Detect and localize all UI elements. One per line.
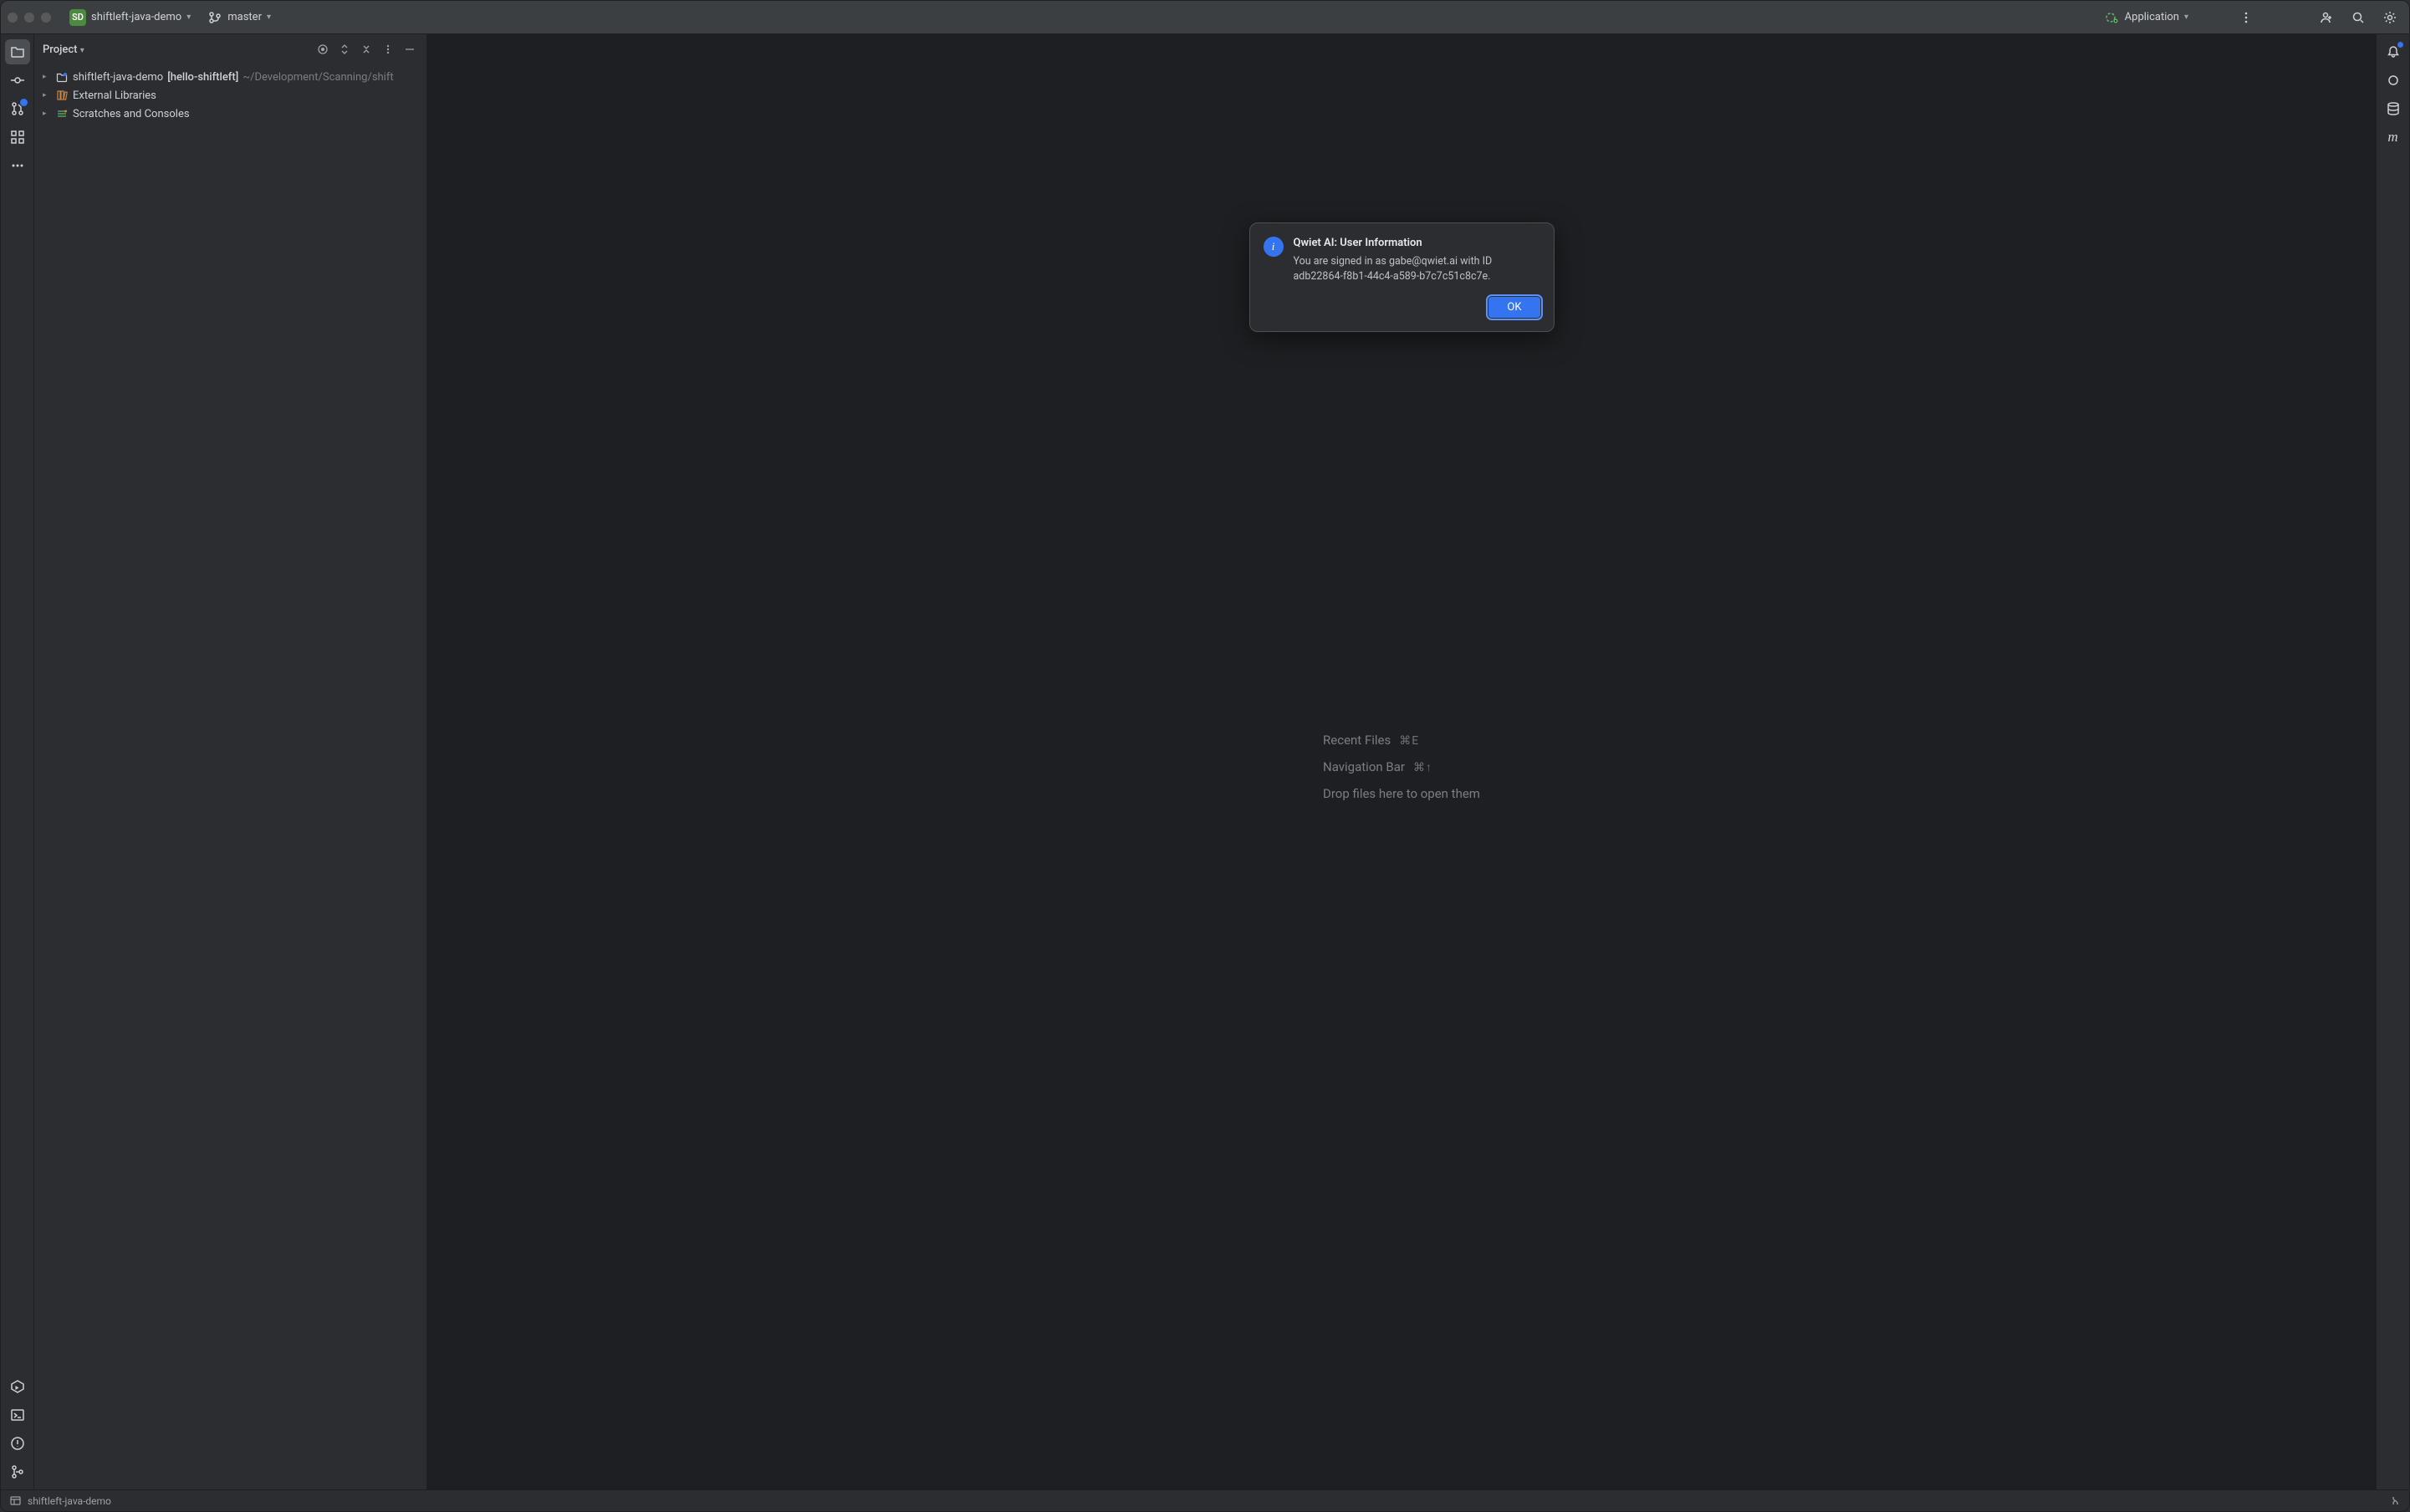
run-config-selector[interactable]: Application ▾ [2100, 7, 2193, 28]
scratches-icon [55, 107, 69, 120]
dialog-title: Qwiet AI: User Information [1294, 237, 1540, 249]
titlebar: SD shiftleft-java-demo ▾ master ▾ Applic… [1, 1, 2409, 34]
info-icon: i [1264, 237, 1284, 257]
maven-icon: m [2387, 129, 2397, 146]
ai-assistant-button[interactable] [2381, 68, 2406, 93]
close-window-button[interactable] [8, 13, 18, 23]
badge-dot [20, 99, 28, 106]
tree-root-name: shiftleft-java-demo [73, 71, 163, 84]
database-toolwindow-button[interactable] [2381, 96, 2406, 121]
project-toolwindow-header: Project ▾ [34, 34, 426, 64]
search-icon [2351, 10, 2366, 25]
notifications-button[interactable] [2381, 39, 2406, 64]
app-run-status-icon [2105, 10, 2120, 25]
problems-toolwindow-button[interactable] [5, 1431, 30, 1456]
run-config-name: Application [2125, 11, 2179, 23]
vcs-branch-selector[interactable]: master ▾ [202, 7, 276, 28]
expand-arrow-icon[interactable]: ▸ [43, 91, 51, 100]
hide-toolwindow-button[interactable] [401, 41, 418, 58]
search-everywhere-button[interactable] [2346, 7, 2371, 28]
tree-scratches-label: Scratches and Consoles [73, 108, 190, 120]
statusbar: shiftleft-java-demo [1, 1489, 2409, 1511]
tree-external-libs-label: External Libraries [73, 89, 156, 102]
main-content: Project ▾ [1, 34, 2409, 1489]
branch-name: master [227, 11, 262, 23]
more-toolwindows-button[interactable] [5, 153, 30, 178]
structure-toolwindow-button[interactable] [5, 125, 30, 150]
dialog-ok-button[interactable]: OK [1488, 297, 1539, 318]
project-toolwindow-button[interactable] [5, 39, 30, 64]
expand-arrow-icon[interactable]: ▸ [43, 110, 51, 118]
terminal-toolwindow-button[interactable] [5, 1402, 30, 1428]
project-tree[interactable]: ▸ shiftleft-java-demo [hello-shiftleft] … [34, 64, 426, 126]
more-actions-button[interactable] [2234, 7, 2259, 28]
services-toolwindow-button[interactable] [5, 1374, 30, 1399]
project-badge: SD [69, 9, 86, 26]
kebab-icon [2239, 10, 2254, 25]
folder-icon [55, 70, 69, 84]
project-name: shiftleft-java-demo [91, 11, 181, 23]
tree-root-path: ~/Development/Scanning/shift [243, 71, 393, 84]
dialog-message: You are signed in as gabe@qwiet.ai with … [1294, 254, 1540, 284]
window-controls [8, 13, 51, 23]
branch-icon [207, 10, 222, 25]
zoom-window-button[interactable] [41, 13, 51, 23]
info-dialog: i Qwiet AI: User Information You are sig… [1249, 222, 1555, 332]
tree-root-tag: [hello-shiftleft] [167, 71, 238, 84]
pull-requests-toolwindow-button[interactable] [5, 96, 30, 121]
project-selector[interactable]: SD shiftleft-java-demo ▾ [64, 6, 196, 29]
dialog-backdrop: i Qwiet AI: User Information You are sig… [427, 34, 2376, 1489]
tree-external-libs-row[interactable]: ▸ External Libraries [39, 86, 421, 105]
chevron-down-icon: ▾ [80, 46, 84, 55]
expand-arrow-icon[interactable]: ▸ [43, 73, 51, 81]
chevron-down-icon: ▾ [267, 13, 271, 22]
gear-icon [2382, 10, 2397, 25]
project-toolwindow-title[interactable]: Project ▾ [43, 43, 84, 56]
maven-toolwindow-button[interactable]: m [2381, 125, 2406, 150]
expand-all-button[interactable] [336, 41, 353, 58]
toolwindows-quick-access-icon[interactable] [9, 1495, 21, 1507]
select-opened-file-button[interactable] [314, 41, 331, 58]
commit-toolwindow-button[interactable] [5, 68, 30, 93]
notification-dot [2397, 42, 2403, 48]
tree-root-row[interactable]: ▸ shiftleft-java-demo [hello-shiftleft] … [39, 68, 421, 86]
settings-button[interactable] [2377, 7, 2402, 28]
debug-button[interactable] [2217, 14, 2227, 21]
project-toolwindow: Project ▾ [34, 34, 427, 1489]
chevron-down-icon: ▾ [186, 13, 191, 22]
ide-window: SD shiftleft-java-demo ▾ master ▾ Applic… [0, 0, 2410, 1512]
collapse-all-button[interactable] [358, 41, 375, 58]
code-with-me-button[interactable] [2314, 7, 2339, 28]
toolwindow-options-button[interactable] [380, 41, 396, 58]
statusbar-module[interactable]: shiftleft-java-demo [28, 1495, 111, 1507]
left-toolstrip [1, 34, 34, 1489]
person-icon [2319, 10, 2334, 25]
indent-settings-icon[interactable] [2389, 1495, 2401, 1507]
tree-scratches-row[interactable]: ▸ Scratches and Consoles [39, 105, 421, 123]
minimize-window-button[interactable] [24, 13, 34, 23]
run-button[interactable] [2200, 14, 2210, 21]
chevron-down-icon: ▾ [2184, 13, 2188, 22]
right-toolstrip: m [2376, 34, 2409, 1489]
library-icon [55, 89, 69, 102]
vcs-toolwindow-button[interactable] [5, 1459, 30, 1484]
editor-area[interactable]: Recent Files ⌘E Navigation Bar ⌘↑ Drop f… [427, 34, 2376, 1489]
